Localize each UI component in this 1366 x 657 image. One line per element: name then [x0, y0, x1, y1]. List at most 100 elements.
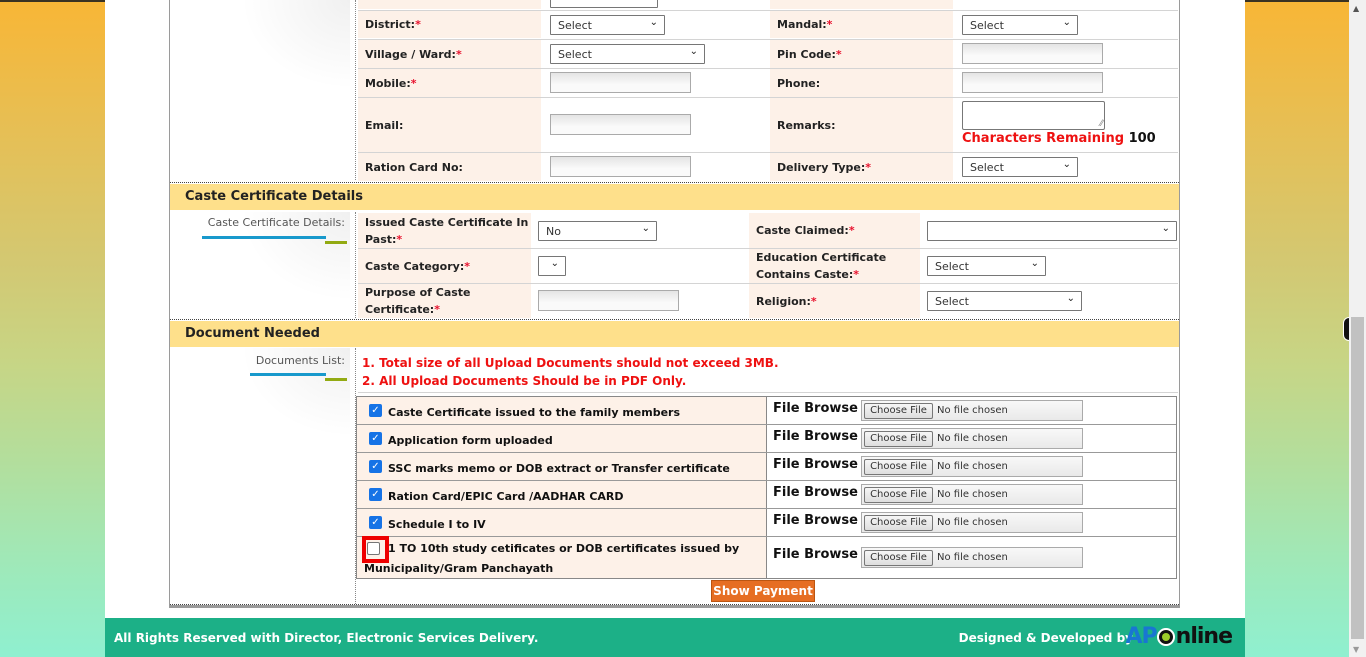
blank-cell: [770, 0, 953, 9]
document-checkbox[interactable]: ✓: [369, 488, 382, 501]
choose-file-button[interactable]: Choose File: [864, 515, 933, 531]
file-input[interactable]: Choose File No file chosen: [861, 512, 1083, 533]
delivery-label: Delivery Type: *: [770, 153, 953, 181]
document-label: Schedule I to IV: [388, 518, 486, 531]
choose-file-button[interactable]: Choose File: [864, 459, 933, 475]
remarks-label: Remarks:: [770, 98, 953, 152]
mandal-label: Mandal: *: [770, 11, 953, 38]
religion-select[interactable]: Select ⌄: [927, 291, 1082, 311]
district-select[interactable]: Select ⌄: [550, 15, 665, 35]
vertical-scrollbar[interactable]: ▲ ▼: [1349, 0, 1366, 657]
ration-label: Ration Card No:: [358, 153, 541, 181]
caste-section-header: Caste Certificate Details: [170, 184, 1179, 210]
mobile-input[interactable]: [550, 72, 691, 93]
file-input[interactable]: Choose File No file chosen: [861, 428, 1083, 449]
file-input[interactable]: Choose File No file chosen: [861, 484, 1083, 505]
document-row: ✓ Application form uploaded File Browse …: [357, 425, 1176, 453]
scroll-down-icon[interactable]: ▼: [1353, 645, 1359, 654]
purpose-input[interactable]: [538, 290, 679, 311]
choose-file-button[interactable]: Choose File: [864, 487, 933, 503]
document-checkbox[interactable]: ✓: [369, 404, 382, 417]
file-status: No file chosen: [937, 405, 1008, 416]
email-input[interactable]: [550, 114, 691, 135]
scrollbar-thumb[interactable]: [1351, 317, 1364, 639]
upload-notes: 1. Total size of all Upload Documents sh…: [362, 354, 779, 390]
document-checkbox[interactable]: ✓: [369, 460, 382, 473]
religion-label: Religion: *: [749, 284, 920, 318]
accent-underline: [325, 241, 347, 244]
file-browse-label: File Browse :: [773, 485, 868, 500]
choose-file-button[interactable]: Choose File: [864, 431, 933, 447]
file-browse-label: File Browse :: [773, 429, 868, 444]
document-label: Caste Certificate issued to the family m…: [388, 406, 681, 419]
characters-remaining: Characters Remaining 100: [962, 131, 1156, 146]
state-label-cell: [358, 0, 541, 9]
state-select[interactable]: [550, 0, 658, 8]
file-input[interactable]: Choose File No file chosen: [861, 456, 1083, 477]
resize-grip-icon[interactable]: ⁄⁄: [1100, 119, 1103, 129]
divider: [355, 212, 356, 318]
check-icon: ✓: [371, 461, 380, 472]
edu-cert-label: Education Certificate Contains Caste:*: [749, 249, 920, 283]
divider: [355, 0, 356, 180]
pincode-input[interactable]: [962, 43, 1103, 64]
file-status: No file chosen: [937, 433, 1008, 444]
note-pdf: 2. All Upload Documents Should be in PDF…: [362, 374, 687, 388]
file-status: No file chosen: [937, 489, 1008, 500]
edu-cert-select[interactable]: Select ⌄: [927, 256, 1046, 276]
chevron-down-icon: ⌄: [1062, 17, 1071, 28]
page-container: District: * Select ⌄ Mandal: * Select ⌄ Vill…: [105, 0, 1245, 657]
document-checkbox[interactable]: ✓: [369, 516, 382, 529]
check-icon: ✓: [371, 433, 380, 444]
documents-section-header: Document Needed: [170, 321, 1179, 347]
note-size: 1. Total size of all Upload Documents sh…: [362, 356, 779, 370]
caste-claimed-select[interactable]: ⌄: [927, 221, 1177, 241]
ration-input[interactable]: [550, 156, 691, 177]
file-browse-label: File Browse :: [773, 547, 868, 562]
chevron-down-icon: ⌄: [649, 17, 658, 28]
phone-label: Phone:: [770, 69, 953, 97]
village-select[interactable]: Select ⌄: [550, 44, 705, 64]
remarks-textarea[interactable]: ⁄⁄: [962, 101, 1105, 130]
choose-file-button[interactable]: Choose File: [864, 550, 933, 566]
phone-input[interactable]: [962, 72, 1103, 93]
accent-underline: [202, 236, 326, 239]
caste-side-label: Caste Certificate Details:: [207, 216, 345, 229]
documents-side-label: Documents List:: [255, 354, 345, 367]
file-status: No file chosen: [937, 461, 1008, 472]
chevron-down-icon: ⌄: [1062, 159, 1071, 170]
section-divider: [170, 319, 1179, 320]
show-payment-button[interactable]: Show Payment: [711, 580, 815, 602]
district-label: District: *: [358, 11, 541, 38]
file-input[interactable]: Choose File No file chosen: [861, 547, 1083, 568]
delivery-select[interactable]: Select ⌄: [962, 157, 1078, 177]
caste-category-select[interactable]: ⌄: [538, 256, 566, 276]
row-divider: [358, 392, 1178, 393]
issued-past-label: Issued Caste Certificate In Past:*: [358, 213, 531, 248]
chevron-down-icon: ⌄: [1066, 293, 1075, 304]
check-icon: ✓: [371, 405, 380, 416]
document-row: ✓ Ration Card/EPIC Card /AADHAR CARD Fil…: [357, 481, 1176, 509]
document-label: Ration Card/EPIC Card /AADHAR CARD: [388, 490, 624, 503]
document-checkbox[interactable]: ✓: [369, 432, 382, 445]
scroll-up-icon[interactable]: ▲: [1353, 4, 1359, 13]
chevron-down-icon: ⌄: [550, 258, 559, 269]
purpose-label: Purpose of Caste Certificate:*: [358, 284, 531, 318]
aponline-logo[interactable]: AP nline: [1126, 624, 1233, 649]
email-label: Email:: [358, 98, 541, 152]
file-input[interactable]: Choose File No file chosen: [861, 400, 1083, 421]
document-label: SSC marks memo or DOB extract or Transfe…: [388, 462, 730, 475]
accent-underline: [325, 378, 347, 381]
chevron-down-icon: ⌄: [641, 223, 650, 234]
chevron-down-icon: ⌄: [1161, 223, 1170, 234]
file-browse-label: File Browse :: [773, 401, 868, 416]
mobile-label: Mobile: *: [358, 69, 541, 97]
logo-o-icon: [1156, 628, 1175, 646]
file-status: No file chosen: [937, 552, 1008, 563]
issued-past-select[interactable]: No ⌄: [538, 221, 657, 241]
footer-rights: All Rights Reserved with Director, Elect…: [114, 631, 539, 645]
choose-file-button[interactable]: Choose File: [864, 403, 933, 419]
mandal-select[interactable]: Select ⌄: [962, 15, 1078, 35]
document-checkbox-unchecked[interactable]: [367, 542, 380, 555]
chevron-down-icon: ⌄: [689, 46, 698, 57]
